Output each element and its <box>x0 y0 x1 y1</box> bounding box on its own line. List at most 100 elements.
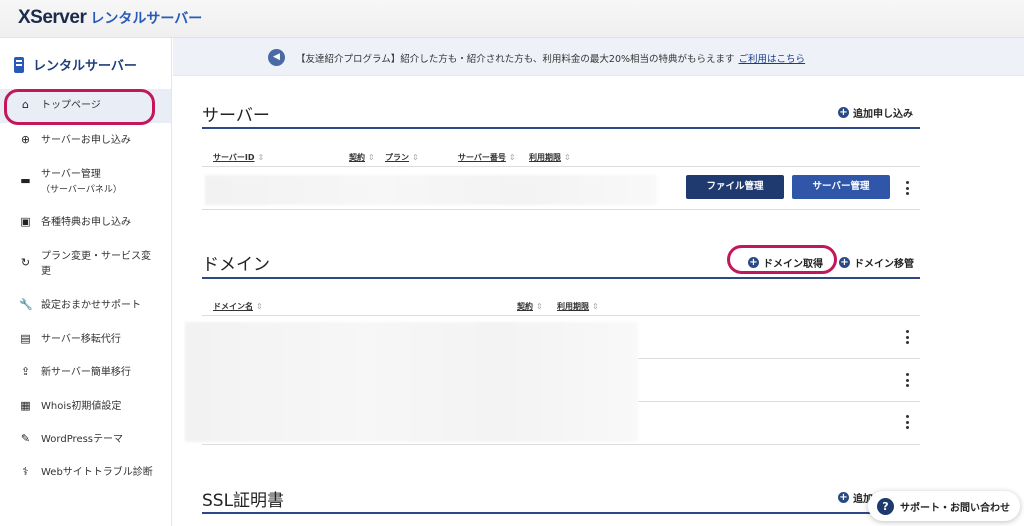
top-header: XServer レンタルサーバー <box>0 0 1024 38</box>
domain-acquire-button[interactable]: + ドメイン取得 <box>748 255 823 270</box>
upload-icon: ⇪ <box>20 364 31 378</box>
server-move-icon: ▤ <box>20 331 31 345</box>
sidebar-item-text: 各種特典お申し込み <box>41 217 131 228</box>
server-icon: ▬ <box>20 174 31 187</box>
domain-row-menu-icon[interactable] <box>906 330 910 344</box>
col-label: 利用期限 <box>557 302 589 311</box>
sidebar-item-text: サーバー移転代行 <box>41 333 121 345</box>
sidebar-item-server-move[interactable]: ▤ サーバー移転代行 <box>0 323 171 356</box>
sidebar-title[interactable]: レンタルサーバー <box>14 55 137 74</box>
sort-icon: ⇕ <box>564 153 571 162</box>
domain-transfer-button[interactable]: + ドメイン移管 <box>839 255 914 270</box>
sidebar-item-wrench[interactable]: 🔧 設定おまかせサポート <box>0 289 171 322</box>
server-section-rule <box>202 127 920 129</box>
sidebar-item-subtext: 更 <box>41 266 51 277</box>
col-label: 契約 <box>349 153 365 162</box>
server-section-title: サーバー <box>202 106 270 126</box>
sidebar-item-refresh[interactable]: ↻ プラン変更・サービス変更 <box>0 240 171 288</box>
sidebar-item-document[interactable]: ▦ Whois初期値設定 <box>0 390 171 423</box>
col-label: 利用期限 <box>529 153 561 162</box>
product-name: レンタルサーバー <box>90 11 203 27</box>
plus-icon: + <box>839 257 850 268</box>
megaphone-icon: ◀ <box>268 49 285 66</box>
plus-icon: + <box>838 107 849 118</box>
col-domain-name[interactable]: ドメイン名 ⇕ <box>213 301 263 312</box>
table-divider <box>202 209 920 210</box>
wrench-icon: 🔧 <box>19 297 33 311</box>
sidebar-item-label: サーバーお申し込み <box>41 133 131 148</box>
col-label: サーバー番号 <box>458 153 506 162</box>
table-divider <box>638 358 920 359</box>
server-rack-icon <box>14 56 24 73</box>
sidebar-item-label: 各種特典お申し込み <box>41 215 131 230</box>
document-icon: ▦ <box>20 398 31 412</box>
sidebar-item-text: サーバーお申し込み <box>41 134 131 146</box>
redacted-server-row <box>205 175 657 205</box>
file-manager-button[interactable]: ファイル管理 <box>686 175 784 199</box>
sort-icon: ⇕ <box>592 302 599 311</box>
gift-icon: ▣ <box>20 215 31 228</box>
col-plan[interactable]: プラン ⇕ <box>385 152 419 163</box>
col-contract[interactable]: 契約 ⇕ <box>349 152 375 163</box>
plus-circle-icon: ⊕ <box>20 132 31 146</box>
sidebar-item-text: Whois初期値設定 <box>41 400 122 412</box>
ssl-section-title: SSL証明書 <box>202 491 285 511</box>
sort-icon: ⇕ <box>536 302 543 311</box>
xserver-logo[interactable]: XServer レンタルサーバー <box>18 7 202 29</box>
sort-icon: ⇕ <box>508 153 516 162</box>
sidebar-item-label: サーバー管理 （サーバーパネル） <box>41 167 122 198</box>
sidebar-item-label: サーバー移転代行 <box>41 332 121 347</box>
col-server-number[interactable]: サーバー番号 ⇕ <box>458 152 516 163</box>
sidebar-item-plus-circle[interactable]: ⊕ サーバーお申し込み <box>0 124 171 157</box>
notice-text: 【友達紹介プログラム】紹介した方も・紹介された方も、利用料金の最大20%相当の特… <box>296 54 735 65</box>
table-divider <box>202 315 920 316</box>
support-label: サポート・お問い合わせ <box>900 502 1010 514</box>
col-domain-contract[interactable]: 契約 ⇕ <box>517 301 543 312</box>
redacted-domain-rows <box>185 322 638 442</box>
domain-section-rule <box>202 277 920 279</box>
plus-icon: + <box>838 492 849 503</box>
domain-row-menu-icon[interactable] <box>906 373 910 387</box>
sidebar-item-label: WordPressテーマ <box>41 432 123 447</box>
col-domain-expiry[interactable]: 利用期限 ⇕ <box>557 301 599 312</box>
edit-icon: ✎ <box>20 431 31 445</box>
support-contact-button[interactable]: ? サポート・お問い合わせ <box>868 491 1020 521</box>
ssl-section-rule <box>202 512 920 514</box>
sort-icon: ⇕ <box>257 153 265 162</box>
domain-acquire-label: ドメイン取得 <box>763 259 823 270</box>
table-divider <box>638 401 920 402</box>
sidebar-item-text: サーバー管理 <box>41 169 101 180</box>
sidebar-item-edit[interactable]: ✎ WordPressテーマ <box>0 423 171 456</box>
domain-row-menu-icon[interactable] <box>906 415 910 429</box>
sidebar-item-text: 設定おまかせサポート <box>41 299 141 311</box>
sidebar-item-server[interactable]: ▬ サーバー管理 （サーバーパネル） <box>0 159 171 205</box>
sidebar-item-upload[interactable]: ⇪ 新サーバー簡単移行 <box>0 356 171 389</box>
sort-icon: ⇕ <box>256 302 263 311</box>
sidebar-item-stethoscope[interactable]: ⚕ Webサイトトラブル診断 <box>0 456 171 489</box>
sidebar-item-label: Webサイトトラブル診断 <box>41 465 153 480</box>
sidebar-item-label: 設定おまかせサポート <box>41 298 141 313</box>
col-server-id[interactable]: サーバーID ⇕ <box>213 152 264 163</box>
notice-link[interactable]: ご利用はこちら <box>739 54 806 65</box>
col-label: プラン <box>385 153 409 162</box>
sidebar-item-text: Webサイトトラブル診断 <box>41 466 153 478</box>
sidebar-item-subtext: （サーバーパネル） <box>41 185 122 195</box>
brand-name: XServer <box>18 7 87 28</box>
sidebar-title-label: レンタルサーバー <box>33 59 137 74</box>
plus-icon: + <box>748 257 759 268</box>
server-add-button[interactable]: + 追加申し込み <box>838 105 913 120</box>
table-divider <box>202 444 920 445</box>
sort-icon: ⇕ <box>412 153 419 162</box>
stethoscope-icon: ⚕ <box>22 464 29 478</box>
sort-icon: ⇕ <box>368 153 375 162</box>
server-panel-button[interactable]: サーバー管理 <box>792 175 890 199</box>
sidebar-item-text: 新サーバー簡単移行 <box>41 366 131 378</box>
notice-banner: ◀ 【友達紹介プログラム】紹介した方も・紹介された方も、利用料金の最大20%相当… <box>173 38 1024 76</box>
sidebar-item-label: プラン変更・サービス変更 <box>41 249 151 279</box>
table-divider <box>202 166 920 167</box>
col-label: ドメイン名 <box>213 302 253 311</box>
server-row-menu-icon[interactable] <box>906 181 910 195</box>
highlight-annotation-toppage <box>4 89 155 125</box>
sidebar-item-gift[interactable]: ▣ 各種特典お申し込み <box>0 206 171 240</box>
col-expiry[interactable]: 利用期限 ⇕ <box>529 152 571 163</box>
